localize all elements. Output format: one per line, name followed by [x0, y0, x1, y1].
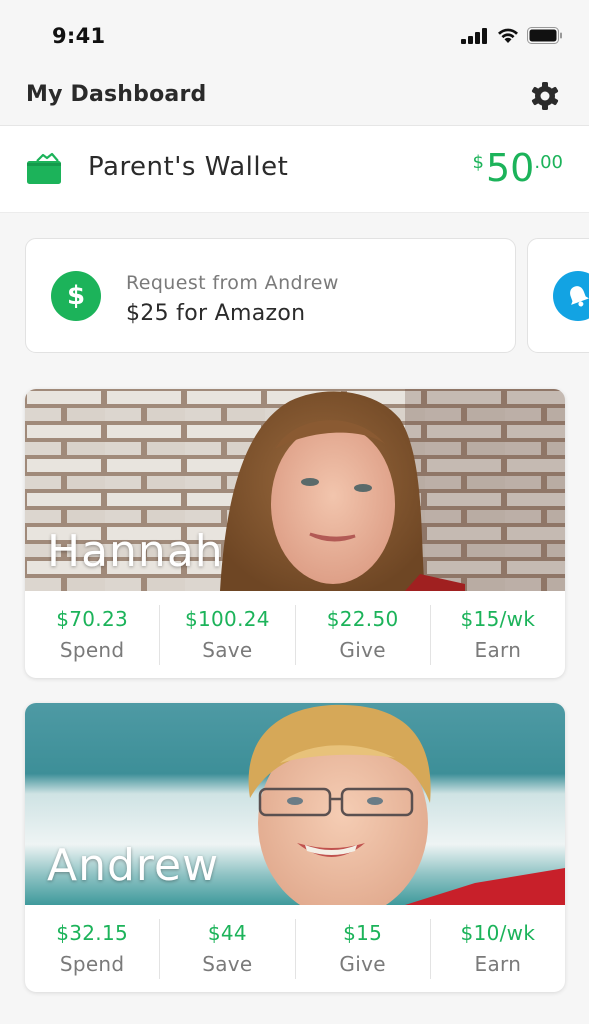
child-stats: $32.15 Spend $44 Save $15 Give $10/wk Ea…	[25, 905, 565, 992]
battery-icon	[527, 27, 563, 48]
wallet-label: Parent's Wallet	[88, 152, 289, 182]
stat-value: $32.15	[56, 921, 129, 945]
child-photo: Andrew	[25, 703, 565, 905]
stat-label: Save	[202, 952, 253, 976]
stat-label: Give	[339, 952, 386, 976]
stat-value: $15/wk	[460, 607, 536, 631]
parent-wallet-bar[interactable]: Parent's Wallet $ 50 .00	[0, 126, 589, 213]
wallet-currency: $	[472, 152, 484, 173]
request-title: Request from Andrew	[126, 272, 339, 294]
stat-label: Spend	[59, 952, 125, 976]
wallet-amount-whole: 50	[486, 146, 535, 190]
status-bar: 9:41	[0, 0, 589, 72]
child-card-hannah[interactable]: Hannah $70.23 Spend $100.24 Save $22.50 …	[25, 389, 565, 678]
stat-label: Earn	[474, 638, 522, 662]
stat-value: $22.50	[326, 607, 399, 631]
stat-earn[interactable]: $10/wk Earn	[431, 919, 565, 979]
stat-spend[interactable]: $70.23 Spend	[25, 604, 161, 665]
wifi-icon	[496, 27, 520, 48]
child-name: Andrew	[47, 840, 220, 891]
child-stats: $70.23 Spend $100.24 Save $22.50 Give $1…	[25, 591, 565, 678]
status-time: 9:41	[52, 24, 106, 48]
stat-value: $70.23	[56, 607, 129, 631]
stat-value: $100.24	[184, 607, 270, 631]
stat-earn[interactable]: $15/wk Earn	[431, 605, 565, 665]
gear-icon	[529, 82, 561, 116]
stat-value: $15	[343, 921, 383, 945]
wallet-amount-cents: .00	[534, 152, 563, 173]
stat-label: Give	[339, 638, 386, 662]
stat-value: $10/wk	[460, 921, 536, 945]
cellular-signal-icon	[461, 27, 489, 48]
settings-button[interactable]	[529, 80, 561, 112]
status-icons	[461, 27, 563, 48]
stat-give[interactable]: $22.50 Give	[296, 604, 431, 665]
stat-spend[interactable]: $32.15 Spend	[25, 918, 161, 979]
bell-icon	[553, 271, 589, 321]
child-name: Hannah	[47, 526, 224, 577]
stat-label: Earn	[474, 952, 522, 976]
header: My Dashboard	[0, 72, 589, 126]
stat-label: Spend	[59, 638, 125, 662]
request-detail: $25 for Amazon	[126, 301, 306, 326]
dollar-icon: $	[51, 271, 101, 321]
wallet-balance: $ 50 .00	[473, 144, 563, 192]
stat-give[interactable]: $15 Give	[296, 918, 431, 979]
child-card-andrew[interactable]: Andrew $32.15 Spend $44 Save $15 Give $1…	[25, 703, 565, 992]
stat-save[interactable]: $44 Save	[160, 918, 296, 979]
request-card[interactable]: $ Request from Andrew $25 for Amazon	[25, 238, 516, 353]
requests-carousel[interactable]: $ Request from Andrew $25 for Amazon	[25, 238, 589, 353]
wallet-icon	[25, 152, 63, 186]
stat-save[interactable]: $100.24 Save	[160, 604, 296, 665]
child-photo: Hannah	[25, 389, 565, 591]
stat-value: $44	[207, 921, 247, 945]
notification-card[interactable]	[527, 238, 589, 353]
page-title: My Dashboard	[26, 82, 207, 107]
stat-label: Save	[202, 638, 253, 662]
